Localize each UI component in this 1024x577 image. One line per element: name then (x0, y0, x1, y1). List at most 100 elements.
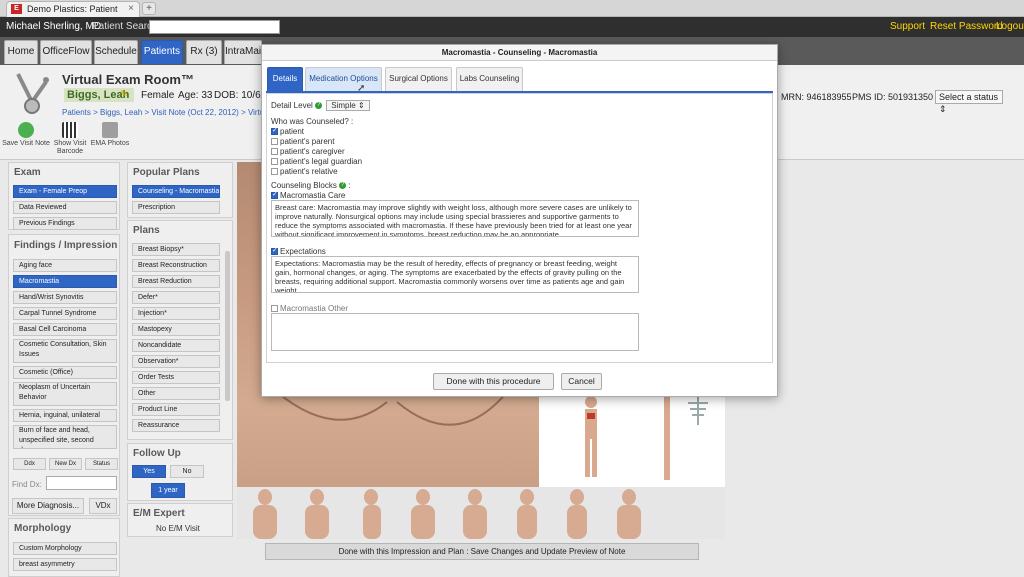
more-diagnosis-button[interactable]: More Diagnosis... (12, 498, 84, 514)
follow-up-period-button[interactable]: 1 year (151, 483, 185, 498)
plans-scrollbar[interactable] (225, 251, 230, 401)
close-tab-icon[interactable]: × (128, 2, 134, 16)
block-textarea[interactable]: Expectations: Macromastia may be the res… (271, 256, 639, 293)
pin-icon[interactable]: ✎ (120, 89, 128, 100)
checkbox[interactable] (271, 168, 278, 176)
support-link[interactable]: Support (890, 21, 925, 32)
finding-item[interactable]: Basal Cell Carcinoma (13, 323, 117, 336)
plan-item[interactable]: Defer* (132, 291, 220, 304)
done-procedure-button[interactable]: Done with this procedure (433, 373, 554, 390)
app-header: Michael Sherling, MD Patient Search: Sup… (0, 17, 1024, 37)
tab-patients[interactable]: Patients (141, 40, 183, 64)
counseled-option[interactable]: patient (271, 126, 305, 136)
checkbox[interactable] (271, 138, 278, 146)
tab-labs-counseling[interactable]: Labs Counseling (456, 67, 523, 91)
reset-password-link[interactable]: Reset Password (930, 21, 1003, 32)
morphology-item[interactable]: breast asymmetry (13, 558, 117, 571)
follow-up-no-button[interactable]: No (170, 465, 204, 478)
plan-item[interactable]: Breast Biopsy* (132, 243, 220, 256)
finding-item[interactable]: Burn of face and head, unspecified site,… (13, 425, 117, 449)
ddx-button[interactable]: Ddx (13, 458, 46, 470)
plan-item[interactable]: Injection* (132, 307, 220, 320)
tab-medication-options[interactable]: Medication Options (305, 67, 382, 91)
counseled-option-label: patient's relative (280, 167, 338, 176)
exam-item[interactable]: Data Reviewed (13, 201, 117, 214)
follow-up-title: Follow Up (133, 448, 181, 459)
checkbox[interactable] (271, 158, 278, 166)
ema-photos-button[interactable]: EMA Photos (86, 122, 134, 148)
block-checkbox-row[interactable]: Macromastia Other (271, 304, 348, 313)
status-button[interactable]: Status (85, 458, 118, 470)
plan-item[interactable]: Breast Reduction (132, 275, 220, 288)
tab-rx[interactable]: Rx (3) (186, 40, 222, 64)
find-dx-input[interactable] (46, 476, 117, 490)
done-impression-plan-button[interactable]: Done with this Impression and Plan : Sav… (265, 543, 699, 560)
checkbox[interactable] (271, 190, 278, 200)
checkbox[interactable] (271, 148, 278, 156)
popular-plan-item[interactable]: Prescription (132, 201, 220, 214)
chevron-down-icon: ⇕ (357, 101, 365, 110)
em-expert-panel: E/M Expert No E/M Visit (127, 503, 233, 537)
plan-item[interactable]: Product Line (132, 403, 220, 416)
body-figure-icon[interactable] (576, 395, 606, 480)
tab-details[interactable]: Details (267, 67, 303, 91)
details-pane: Detail Level ? Simple ⇕ Who was Counsele… (266, 93, 773, 363)
plan-item[interactable]: Other (132, 387, 220, 400)
exam-item[interactable]: Exam - Female Preop (13, 185, 117, 198)
follow-up-yes-button[interactable]: Yes (132, 465, 166, 478)
checkbox[interactable] (271, 126, 278, 136)
patient-search-input[interactable] (149, 20, 280, 34)
plan-item[interactable]: Order Tests (132, 371, 220, 384)
logout-link[interactable]: Logout (996, 21, 1024, 32)
tab-intramail[interactable]: IntraMail (224, 40, 263, 64)
new-tab-button[interactable]: + (142, 2, 156, 15)
tab-surgical-options[interactable]: Surgical Options (385, 67, 452, 91)
checkbox[interactable] (271, 305, 278, 313)
tab-schedule[interactable]: Schedule (94, 40, 138, 64)
plan-item[interactable]: Mastopexy (132, 323, 220, 336)
vdx-button[interactable]: VDx (89, 498, 117, 514)
popular-plan-item[interactable]: Counseling - Macromastia (132, 185, 220, 198)
finding-item[interactable]: Neoplasm of Uncertain Behavior (13, 382, 117, 406)
counseled-option[interactable]: patient's legal guardian (271, 157, 362, 166)
plan-item[interactable]: Noncandidate (132, 339, 220, 352)
body-views-strip (237, 487, 725, 539)
finding-item[interactable]: Hand/Wrist Synovitis (13, 291, 117, 304)
status-select[interactable]: Select a status ⇕ (935, 90, 1003, 114)
finding-item[interactable]: Macromastia (13, 275, 117, 288)
counseled-option-label: patient (280, 127, 305, 136)
morphology-item[interactable]: Custom Morphology (13, 542, 117, 555)
counseled-option[interactable]: patient's parent (271, 137, 334, 146)
help-icon[interactable]: ? (315, 102, 323, 110)
limb-figure-icon[interactable] (664, 395, 670, 480)
block-checkbox-row[interactable]: Expectations (271, 246, 326, 256)
plan-item[interactable]: Breast Reconstruction (132, 259, 220, 272)
skeleton-icon[interactable] (683, 395, 713, 425)
show-barcode-label: Show Visit Barcode (53, 140, 87, 155)
finding-item[interactable]: Cosmetic (Office) (13, 366, 117, 379)
finding-item[interactable]: Carpal Tunnel Syndrome (13, 307, 117, 320)
exam-item[interactable]: Previous Findings (13, 217, 117, 230)
checkbox[interactable] (271, 246, 278, 256)
save-visit-note-button[interactable]: Save Visit Note (2, 122, 50, 148)
counseled-option[interactable]: patient's caregiver (271, 147, 345, 156)
detail-level-select[interactable]: Simple ⇕ (326, 100, 370, 111)
counseled-option[interactable]: patient's relative (271, 167, 338, 176)
tab-home[interactable]: Home (4, 40, 38, 64)
block-textarea[interactable] (271, 313, 639, 351)
plan-item[interactable]: Reassurance (132, 419, 220, 432)
plan-item[interactable]: Observation* (132, 355, 220, 368)
tab-officeflow[interactable]: OfficeFlow (40, 40, 92, 64)
browser-tab[interactable]: E Demo Plastics: Patient × (6, 1, 140, 17)
finding-item[interactable]: Cosmetic Consultation, Skin Issues (13, 339, 117, 363)
finding-item[interactable]: Aging face (13, 259, 117, 272)
cancel-button[interactable]: Cancel (561, 373, 602, 390)
new-dx-button[interactable]: New Dx (49, 458, 82, 470)
block-textarea[interactable]: Breast care: Macromastia may improve sli… (271, 200, 639, 237)
barcode-icon (62, 122, 78, 138)
block-checkbox-row[interactable]: Macromastia Care (271, 190, 345, 200)
find-dx-label: Find Dx: (12, 480, 42, 489)
finding-item[interactable]: Hernia, inguinal, unilateral (13, 409, 117, 422)
help-icon[interactable]: ? (339, 182, 347, 190)
plans-title: Plans (133, 225, 160, 236)
